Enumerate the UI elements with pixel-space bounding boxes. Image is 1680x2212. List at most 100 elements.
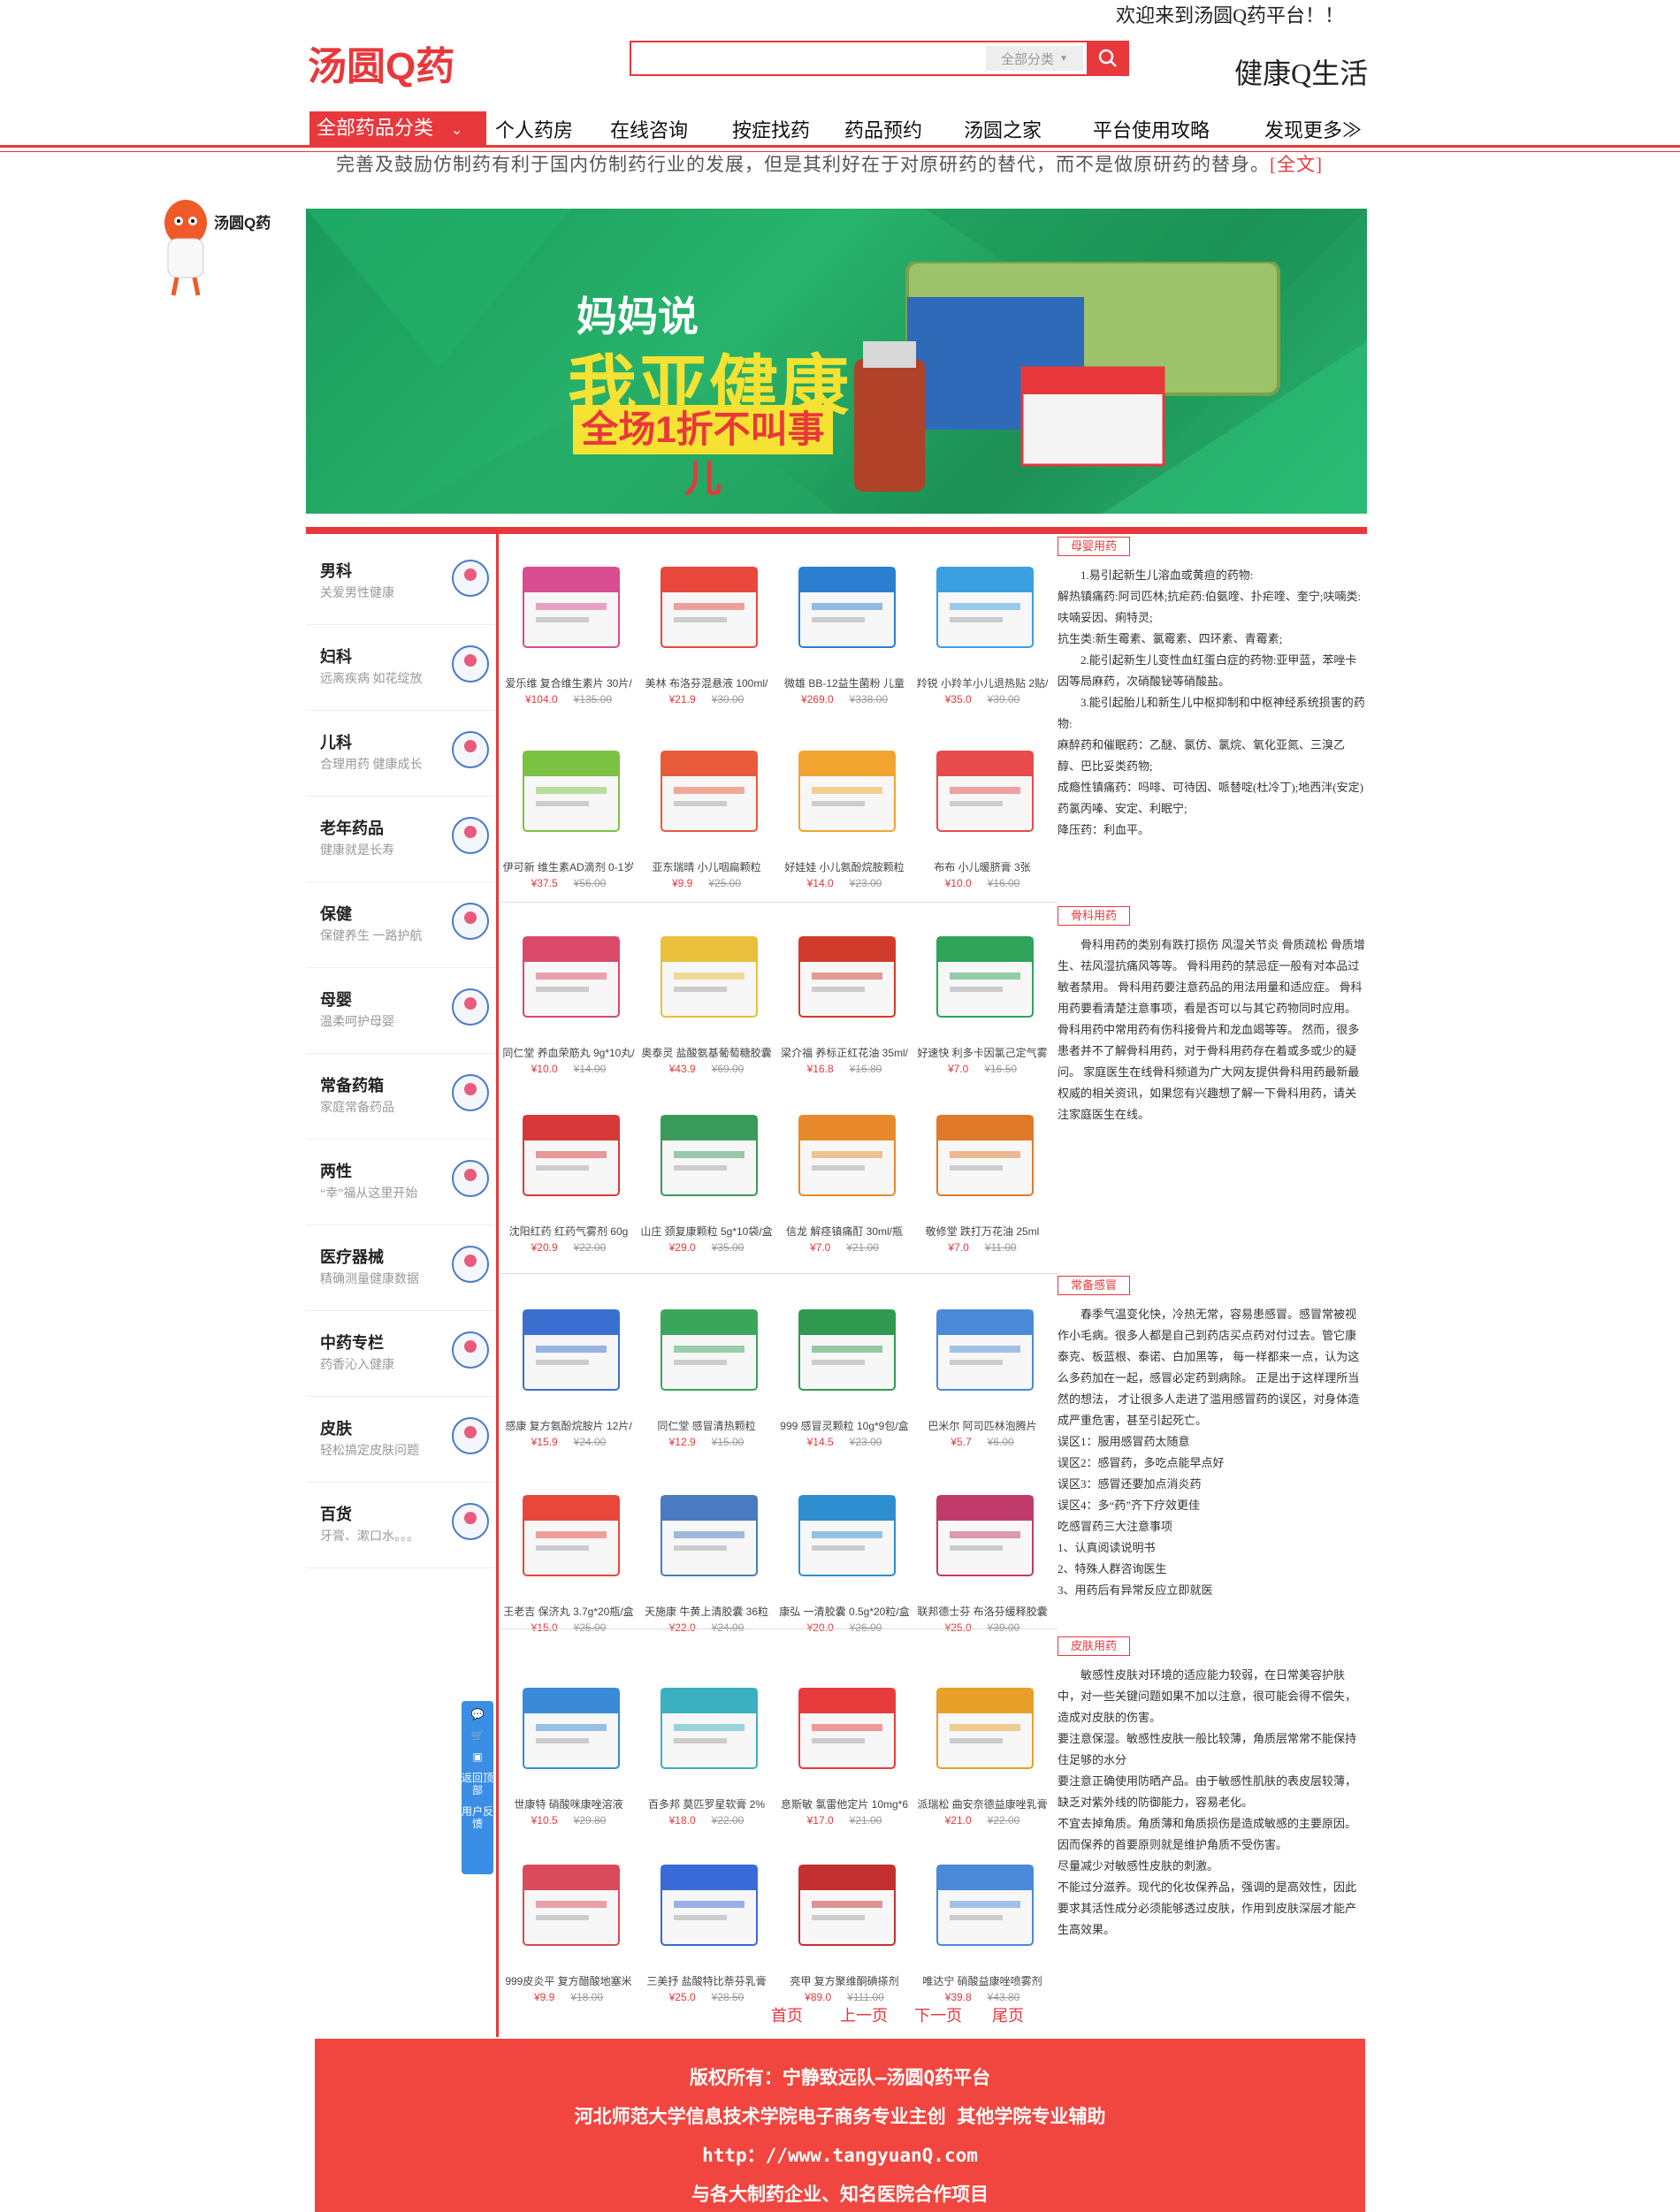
product-image[interactable] [794,734,900,849]
product-image[interactable] [518,919,624,1034]
chat-icon[interactable]: 💬 [462,1708,493,1720]
product-name[interactable]: 三美抒 盐酸特比萘芬乳膏 [640,1973,773,1988]
product-card[interactable]: 三美抒 盐酸特比萘芬乳膏 ¥25.0 ¥28.50 [640,1839,773,2025]
product-name[interactable]: 奥泰灵 盐酸氨基葡萄糖胶囊 [640,1045,773,1060]
product-name[interactable]: 爱乐维 复合维生素片 30片/ [502,675,635,690]
product-name[interactable]: 伊可新 维生素AD滴剂 0-1岁 [502,859,635,874]
product-card[interactable]: 派瑞松 曲安奈德益康唑乳膏 ¥21.0 ¥22.00 [916,1662,1049,1848]
product-image[interactable] [932,1293,1038,1407]
product-image[interactable] [518,1848,624,1963]
back-to-top-button[interactable]: 返回顶部 [462,1772,493,1796]
product-name[interactable]: 好速快 利多卡因氯己定气雾 [916,1045,1049,1060]
sidebar-item[interactable]: 百货 牙膏、漱口水。。。 [306,1483,495,1568]
product-image[interactable] [932,1848,1038,1963]
product-image[interactable] [656,734,762,849]
product-name[interactable]: 王老吉 保济丸 3.7g*20瓶/盒 [502,1604,635,1619]
pager-next[interactable]: 下一页 [914,2003,962,2026]
product-name[interactable]: 999 感冒灵颗粒 10g*9包/盒 [778,1418,911,1433]
product-name[interactable]: 唯达宁 硝酸益康唑喷雾剂 [916,1973,1049,1988]
product-name[interactable]: 信龙 解痉镇痛酊 30ml/瓶 [778,1224,911,1239]
product-card[interactable]: 息斯敏 氯雷他定片 10mg*6 ¥17.0 ¥21.00 [778,1662,911,1848]
product-image[interactable] [656,919,762,1034]
sidebar-item[interactable]: 妇科 远离疾病 如花绽放 [306,625,495,711]
product-card[interactable]: 好娃娃 小儿氨酚烷胺颗粒 ¥14.0 ¥23.00 [778,725,911,911]
product-card[interactable]: 信龙 解痉镇痛酊 30ml/瓶 ¥7.0 ¥21.00 [778,1089,911,1275]
product-name[interactable]: 敬修堂 跌打万花油 25ml [916,1224,1049,1239]
product-image[interactable] [794,919,900,1034]
product-card[interactable]: 百多邦 莫匹罗星软膏 2% ¥18.0 ¥22.00 [640,1662,773,1848]
search-input[interactable] [631,43,986,73]
product-card[interactable]: 美林 布洛芬混悬液 100ml/ ¥21.9 ¥30.00 [640,541,773,727]
nav-item-drug-booking[interactable]: 药品预约 [844,115,922,143]
nav-item-find-by-symptom[interactable]: 按症找药 [732,115,810,143]
product-card[interactable]: 同仁堂 养血荣筋丸 9g*10丸/ ¥10.0 ¥14.00 [502,911,635,1096]
nav-item-tangyuan-home[interactable]: 汤圆之家 [964,115,1042,143]
product-name[interactable]: 巴米尔 阿司匹林泡腾片 [916,1418,1049,1433]
product-card[interactable]: 好速快 利多卡因氯己定气雾 ¥7.0 ¥16.50 [916,911,1049,1096]
product-card[interactable]: 999皮炎平 复方醋酸地塞米 ¥9.9 ¥18.00 [502,1839,635,2025]
product-card[interactable]: 联邦德士芬 布洛芬缓释胶囊 ¥25.0 ¥39.00 [916,1469,1049,1655]
product-name[interactable]: 联邦德士芬 布洛芬缓释胶囊 [916,1604,1049,1619]
nav-item-platform-guide[interactable]: 平台使用攻略 [1093,115,1210,143]
product-name[interactable]: 羚锐 小羚羊小儿退热贴 2贴/ [916,675,1049,690]
product-image[interactable] [518,1671,624,1786]
product-image[interactable] [932,1478,1038,1593]
product-image[interactable] [794,1098,900,1213]
product-image[interactable] [518,1293,624,1407]
product-card[interactable]: 伊可新 维生素AD滴剂 0-1岁 ¥37.5 ¥56.00 [502,725,635,911]
sidebar-item[interactable]: 儿科 合理用药 健康成长 [306,711,495,797]
qrcode-icon[interactable]: ▣ [462,1751,493,1763]
product-image[interactable] [518,734,624,849]
product-image[interactable] [656,550,762,665]
product-card[interactable]: 亚东瑞晴 小儿咽扁颗粒 ¥9.9 ¥25.00 [640,725,773,911]
pager-prev[interactable]: 上一页 [840,2003,888,2026]
product-image[interactable] [932,734,1038,849]
nav-item-discover-more[interactable]: 发现更多≫ [1264,115,1362,143]
footer-url[interactable]: http：//www.tangyuanQ.com [315,2141,1365,2168]
sidebar-item[interactable]: 中药专栏 药香沁入健康 [306,1311,495,1397]
product-image[interactable] [932,550,1038,665]
product-name[interactable]: 美林 布洛芬混悬液 100ml/ [640,675,773,690]
product-image[interactable] [518,1098,624,1213]
product-name[interactable]: 梁介福 养标正红花油 35ml/ [778,1045,911,1060]
product-name[interactable]: 好娃娃 小儿氨酚烷胺颗粒 [778,859,911,874]
product-image[interactable] [518,550,624,665]
sidebar-item[interactable]: 常备药箱 家庭常备药品 [306,1054,495,1140]
product-image[interactable] [656,1293,762,1407]
product-name[interactable]: 康弘 一清胶囊 0.5g*20粒/盒 [778,1604,911,1619]
info-panel-tag[interactable]: 皮肤用药 [1058,1636,1131,1656]
product-card[interactable]: 999 感冒灵颗粒 10g*9包/盒 ¥14.5 ¥23.00 [778,1284,911,1469]
product-card[interactable]: 爱乐维 复合维生素片 30片/ ¥104.0 ¥135.00 [502,541,635,727]
product-name[interactable]: 微雄 BB-12益生菌粉 儿童 [778,675,911,690]
product-name[interactable]: 世康特 硝酸咪康唑溶液 [502,1796,635,1812]
product-name[interactable]: 亚东瑞晴 小儿咽扁颗粒 [640,859,773,874]
product-image[interactable] [794,1293,900,1407]
product-name[interactable]: 派瑞松 曲安奈德益康唑乳膏 [916,1796,1049,1812]
product-card[interactable]: 世康特 硝酸咪康唑溶液 ¥10.5 ¥29.80 [502,1662,635,1848]
product-name[interactable]: 同仁堂 感冒清热颗粒 [640,1418,773,1433]
sidebar-item[interactable]: 老年药品 健康就是长寿 [306,797,495,882]
product-name[interactable]: 感康 复方氨酚烷胺片 12片/ [502,1418,635,1433]
product-image[interactable] [794,1848,900,1963]
product-image[interactable] [794,1478,900,1593]
product-card[interactable]: 巴米尔 阿司匹林泡腾片 ¥5.7 ¥6.00 [916,1284,1049,1469]
sidebar-item[interactable]: 保健 保健养生 一路护航 [306,882,495,968]
product-name[interactable]: 999皮炎平 复方醋酸地塞米 [502,1973,635,1988]
product-name[interactable]: 天施康 牛黄上清胶囊 36粒 [640,1604,773,1619]
search-category-select[interactable]: 全部分类 ▼ [986,46,1083,71]
product-name[interactable]: 息斯敏 氯雷他定片 10mg*6 [778,1796,911,1812]
product-card[interactable]: 沈阳红药 红药气雾剂 60g ¥20.9 ¥22.00 [502,1089,635,1275]
info-panel-tag[interactable]: 母婴用药 [1058,537,1131,556]
sidebar-item[interactable]: 男科 关爱男性健康 [306,539,495,625]
product-image[interactable] [794,1671,900,1786]
product-image[interactable] [932,1098,1038,1213]
cart-icon[interactable]: 🛒 [462,1729,493,1742]
promo-banner[interactable]: 妈妈说 我亚健康 全场1折不叫事儿 [306,209,1367,514]
pager-last[interactable]: 尾页 [992,2003,1024,2026]
product-card[interactable]: 羚锐 小羚羊小儿退热贴 2贴/ ¥35.0 ¥39.00 [916,541,1049,727]
site-logo[interactable]: 汤圆Q药 [308,42,493,88]
sidebar-item[interactable]: 两性 “幸”福从这里开始 [306,1140,495,1225]
product-card[interactable]: 布布 小儿暖脐膏 3张 ¥10.0 ¥16.00 [916,725,1049,911]
nav-item-online-consult[interactable]: 在线咨询 [610,115,688,143]
product-image[interactable] [794,550,900,665]
